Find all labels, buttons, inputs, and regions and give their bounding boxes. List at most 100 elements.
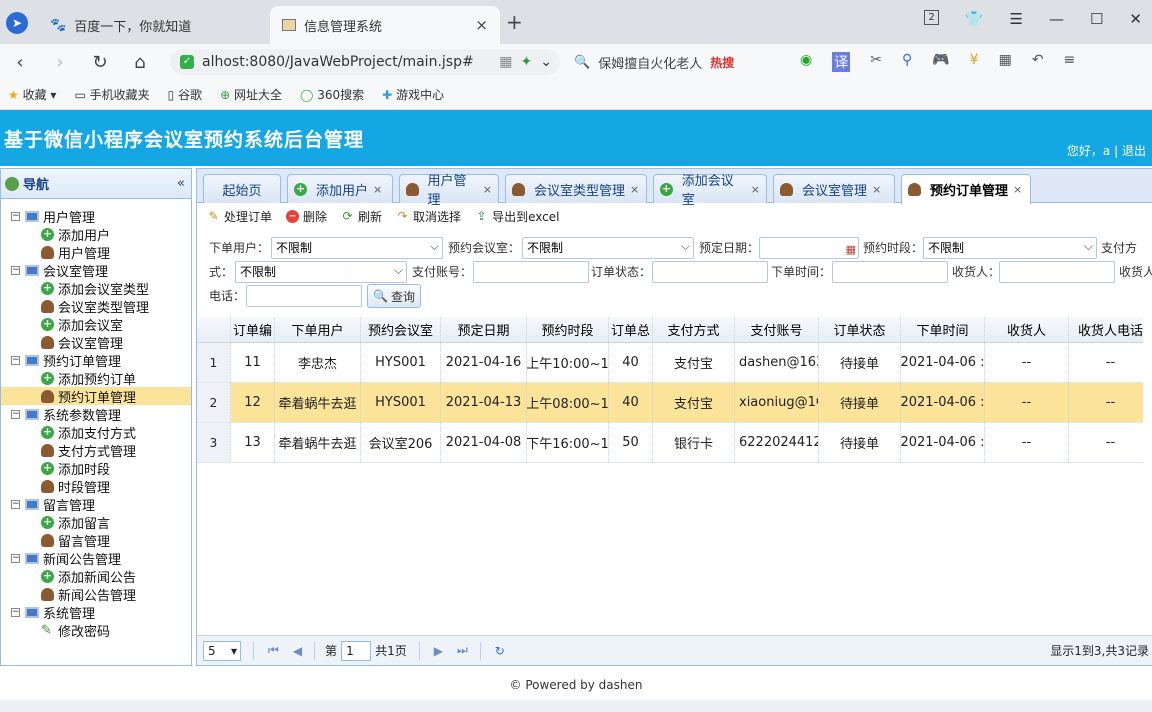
- page-tab[interactable]: + 添加会议室 ×: [653, 174, 767, 208]
- collapse-node-icon[interactable]: −: [11, 553, 20, 563]
- close-tab-icon[interactable]: ×: [373, 183, 382, 196]
- close-tab-icon[interactable]: ×: [1013, 183, 1022, 196]
- close-tab-icon[interactable]: ×: [475, 16, 488, 34]
- logout-link[interactable]: 退出: [1122, 144, 1146, 158]
- tree-item[interactable]: 会议室类型管理: [1, 297, 191, 316]
- tree-item[interactable]: ✎ 修改密码: [1, 621, 191, 640]
- close-tab-icon[interactable]: ×: [483, 183, 492, 196]
- refresh-button[interactable]: ⟳ 刷新: [341, 208, 383, 225]
- last-page-icon[interactable]: ⏭: [457, 643, 468, 658]
- tab-count-badge[interactable]: 2: [924, 10, 939, 25]
- grid-icon[interactable]: ▦: [999, 52, 1012, 72]
- column-header[interactable]: 收货人电话: [1069, 317, 1152, 342]
- tree-item[interactable]: + 添加用户: [1, 225, 191, 244]
- export-excel-button[interactable]: ⇪ 导出到excel: [475, 208, 560, 225]
- minimize-icon[interactable]: —: [1049, 10, 1064, 28]
- page-tab[interactable]: 预约订单管理 ×: [901, 174, 1031, 204]
- tree-item[interactable]: 会议室管理: [1, 333, 191, 352]
- browser-tab-baidu[interactable]: 🐾 百度一下，你就知道: [38, 6, 268, 44]
- collapse-node-icon[interactable]: −: [11, 265, 20, 275]
- collapse-node-icon[interactable]: −: [11, 211, 20, 221]
- page-size-select[interactable]: 5: [203, 640, 241, 661]
- page-tab[interactable]: 会议室管理 ×: [773, 174, 895, 203]
- undo-icon[interactable]: ↶: [1032, 52, 1044, 72]
- bookmark-mobile[interactable]: ▭ 手机收藏夹: [74, 86, 149, 103]
- column-header[interactable]: 订单总: [609, 317, 653, 342]
- close-tab-icon[interactable]: ×: [872, 183, 881, 196]
- column-header[interactable]: 下单用户: [275, 317, 361, 342]
- tree-item[interactable]: + 添加时段: [1, 459, 191, 478]
- date-input[interactable]: ▦: [759, 237, 859, 259]
- bookmark-google[interactable]: ▯ 谷歌: [168, 86, 202, 103]
- url-field[interactable]: ✓ alhost:8080/JavaWebProject/main.jsp# ▦…: [170, 49, 560, 75]
- column-header[interactable]: 支付方式: [653, 317, 735, 342]
- collapse-node-icon[interactable]: −: [11, 409, 20, 419]
- tree-item[interactable]: 新闻公告管理: [1, 585, 191, 604]
- order-time-input[interactable]: [832, 261, 948, 283]
- query-button[interactable]: 🔍 查询: [367, 284, 421, 308]
- reload-icon[interactable]: ↻: [80, 52, 120, 73]
- table-row[interactable]: 1 11 李忠杰 HYS001 2021-04-16 上午10:00~1 40 支付宝 dash…: [197, 343, 1143, 383]
- column-header[interactable]: 收货人: [985, 317, 1069, 342]
- page-tab[interactable]: 会议室类型管理 ×: [505, 174, 647, 203]
- column-header[interactable]: 订单状态: [819, 317, 901, 342]
- search-box[interactable]: 🔍 保姆擅自火化老人 热搜: [574, 49, 784, 75]
- bookmark-sites[interactable]: ⊕ 网址大全: [220, 86, 282, 103]
- tree-group[interactable]: − 系统参数管理: [1, 405, 191, 424]
- status-input[interactable]: [652, 261, 768, 283]
- chevron-down-icon[interactable]: ⌄: [540, 54, 552, 70]
- delete-button[interactable]: − 删除: [286, 208, 327, 225]
- reload-grid-icon[interactable]: ↻: [495, 644, 505, 658]
- calendar-icon[interactable]: ▦: [846, 240, 856, 260]
- shirt-icon[interactable]: 👕: [965, 10, 984, 28]
- column-header[interactable]: 预约时段: [527, 317, 609, 342]
- gamepad-icon[interactable]: 🎮: [932, 52, 949, 72]
- table-row[interactable]: 3 13 牵着蜗牛去逛 会议室206 2021-04-08 下午16:00~1 50 银行卡 6…: [197, 423, 1143, 463]
- slot-select[interactable]: 不限制: [923, 236, 1097, 259]
- maximize-icon[interactable]: ☐: [1090, 10, 1103, 28]
- tree-item[interactable]: 用户管理: [1, 243, 191, 262]
- menu-icon[interactable]: ☰: [1010, 10, 1023, 28]
- receiver-input[interactable]: [999, 261, 1115, 283]
- tree-group[interactable]: − 会议室管理: [1, 261, 191, 280]
- column-header[interactable]: 下单时间: [901, 317, 985, 342]
- page-tab[interactable]: 起始页: [203, 174, 281, 203]
- close-window-icon[interactable]: ✕: [1129, 10, 1142, 28]
- scissors-icon[interactable]: ✂: [870, 52, 882, 72]
- qr-icon[interactable]: ▦: [499, 54, 512, 70]
- page-number-input[interactable]: 1: [341, 640, 372, 661]
- new-tab-button[interactable]: +: [506, 10, 523, 34]
- column-header[interactable]: 支付账号: [735, 317, 819, 342]
- cancel-selection-button[interactable]: ↷ 取消选择: [396, 208, 462, 225]
- bookmark-games[interactable]: ✚ 游戏中心: [382, 86, 444, 103]
- tree-group[interactable]: − 留言管理: [1, 495, 191, 514]
- tree-item[interactable]: 预约订单管理: [1, 387, 191, 406]
- room-select[interactable]: 不限制: [522, 236, 694, 259]
- column-header[interactable]: 订单编: [231, 317, 275, 342]
- close-tab-icon[interactable]: ×: [751, 183, 760, 196]
- tree-item[interactable]: + 添加新闻公告: [1, 567, 191, 586]
- bookmark-favorites[interactable]: ★ 收藏 ▾: [8, 86, 56, 103]
- back-icon[interactable]: ‹: [0, 52, 40, 73]
- tree-item[interactable]: 支付方式管理: [1, 441, 191, 460]
- more-menu-icon[interactable]: ≡: [1064, 52, 1076, 72]
- tree-item[interactable]: + 添加预约订单: [1, 369, 191, 388]
- collapse-node-icon[interactable]: −: [11, 499, 20, 509]
- magnifier-icon[interactable]: ⚲: [902, 52, 912, 72]
- tree-item[interactable]: + 添加会议室类型: [1, 279, 191, 298]
- tree-item[interactable]: + 添加留言: [1, 513, 191, 532]
- page-tab[interactable]: 用户管理 ×: [399, 174, 499, 208]
- table-row[interactable]: 2 12 牵着蜗牛去逛 HYS001 2021-04-13 上午08:00~1 40 支付宝 x…: [197, 383, 1143, 423]
- account-input[interactable]: [473, 261, 589, 283]
- browser-tab-active[interactable]: 信息管理系统 ×: [270, 6, 500, 44]
- coin-icon[interactable]: ¥: [970, 52, 979, 72]
- tree-item[interactable]: 时段管理: [1, 477, 191, 496]
- forward-icon[interactable]: ›: [40, 52, 80, 73]
- home-icon[interactable]: ⌂: [120, 52, 160, 73]
- process-order-button[interactable]: ✎ 处理订单: [207, 208, 272, 225]
- next-page-icon[interactable]: ▶: [434, 644, 443, 658]
- pay-method-select[interactable]: 不限制: [235, 260, 407, 283]
- column-header[interactable]: 预约会议室: [361, 317, 441, 342]
- tree-group[interactable]: − 预约订单管理: [1, 351, 191, 370]
- collapse-icon[interactable]: «: [177, 176, 185, 191]
